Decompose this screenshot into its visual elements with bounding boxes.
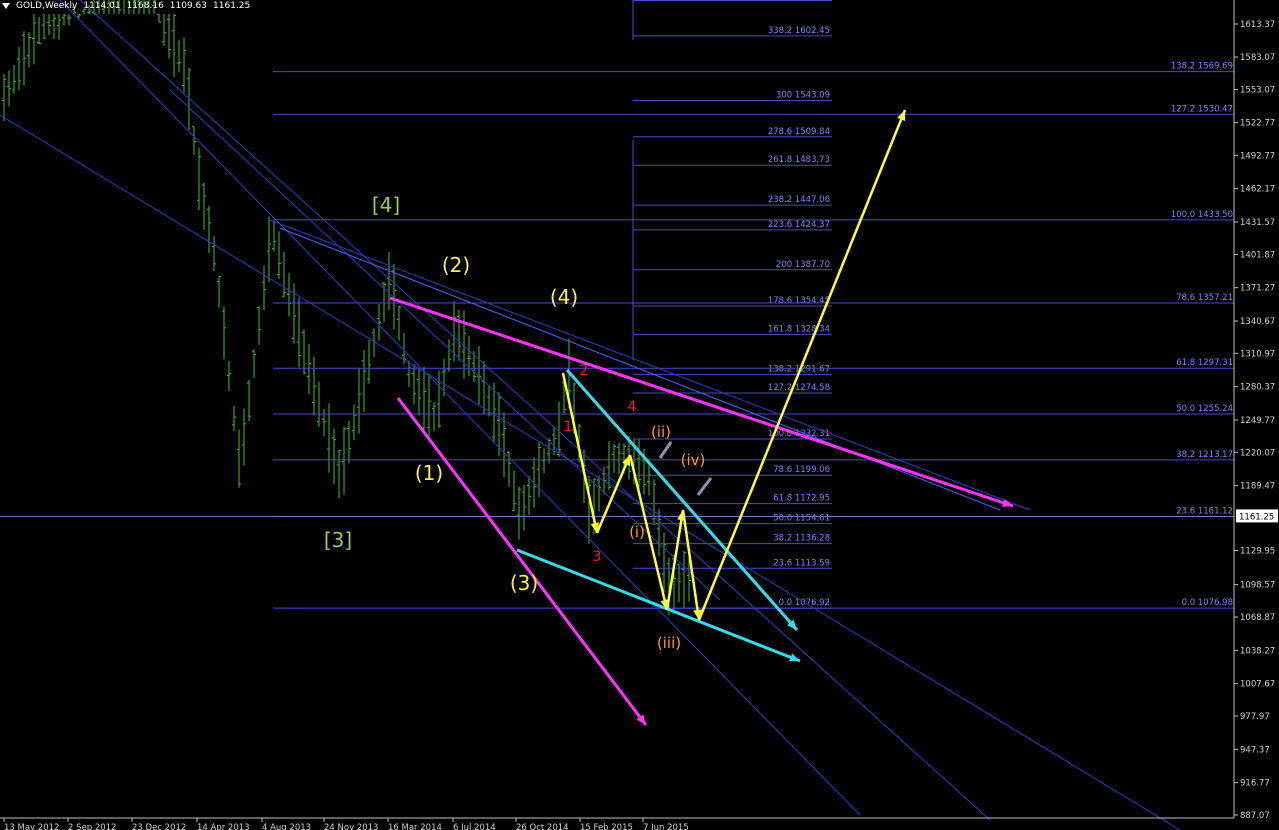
fib-level-label: 50.0 1154.61 bbox=[773, 514, 830, 524]
channel-line bbox=[59, 0, 861, 816]
price-tick-label: 1007.67 bbox=[1240, 680, 1275, 690]
fib-level-label: 23.6 1113.59 bbox=[773, 558, 830, 568]
price-tick-label: 1492.77 bbox=[1240, 151, 1275, 161]
price-axis: 1613.37 1583.07 1553.07 1522.77 1492.77 1462.… bbox=[1233, 0, 1279, 830]
price-tick-label: 977.97 bbox=[1240, 712, 1270, 722]
fib-level-label: 0.0 1076.92 bbox=[779, 598, 830, 608]
price-tick-label: 1401.87 bbox=[1240, 250, 1275, 260]
fib-level-label: 178.6 1354.45 bbox=[768, 296, 830, 306]
price-tick-label: 1068.87 bbox=[1240, 613, 1275, 623]
time-tick-label: 13 May 2012 bbox=[4, 823, 59, 830]
cyan-upper-arrow bbox=[565, 369, 799, 631]
gold-weekly-chart[interactable]: 350 %4338.2 1602.45300 1543.09278.6 1509… bbox=[0, 0, 1279, 830]
wave-label: (ii) bbox=[651, 423, 671, 441]
fib-level-label: 138.2 1569.69 bbox=[1171, 62, 1233, 72]
fib-level-label: 300 1543.09 bbox=[776, 91, 830, 101]
price-tick-label: 1340.67 bbox=[1240, 317, 1275, 327]
chart-header: GOLD,Weekly 1114.01 1168.16 1109.63 1161.25 bbox=[2, 1, 256, 11]
marker-dash bbox=[696, 477, 713, 496]
wave-label: 2 bbox=[580, 363, 589, 379]
price-tick-label: 1129.95 bbox=[1240, 546, 1275, 556]
yellow-wave-arrow bbox=[681, 509, 701, 621]
open-value: 1114.01 bbox=[83, 1, 121, 11]
fib-level-label: 38.2 1136.28 bbox=[773, 534, 830, 544]
wave-label: (2) bbox=[442, 253, 470, 277]
price-tick-label: 1613.37 bbox=[1240, 20, 1275, 30]
price-tick-label: 1462.17 bbox=[1240, 185, 1275, 195]
fib-level-label: 278.6 1509.84 bbox=[768, 127, 830, 137]
channel-line bbox=[269, 219, 1031, 511]
price-tick-label: 1431.57 bbox=[1240, 218, 1275, 228]
price-tick-label: 1553.07 bbox=[1240, 86, 1275, 96]
time-tick-label: 26 Oct 2014 bbox=[516, 823, 569, 830]
price-tick-label: 1189.47 bbox=[1240, 482, 1275, 492]
channel-line bbox=[0, 114, 1181, 830]
marker-dash bbox=[658, 441, 673, 459]
price-tick-label: 1371.27 bbox=[1240, 284, 1275, 294]
close-value: 1161.25 bbox=[213, 1, 251, 11]
current-price-label: 1161.25 bbox=[1239, 512, 1274, 522]
fib-level-label: 223.6 1424.37 bbox=[768, 220, 830, 230]
wave-label: (iii) bbox=[657, 634, 681, 652]
fib-level-label: 200 1387.70 bbox=[776, 260, 830, 270]
channel-line bbox=[79, 0, 991, 821]
time-tick-label: 24 Nov 2013 bbox=[324, 823, 378, 830]
fib-level-label: 127.2 1530.47 bbox=[1171, 104, 1233, 114]
price-tick-label: 1522.77 bbox=[1240, 119, 1275, 129]
time-tick-label: 2 Sep 2012 bbox=[68, 823, 116, 830]
fib-level-label: 0.0 1076.98 bbox=[1182, 598, 1233, 608]
price-tick-label: 1038.27 bbox=[1240, 646, 1275, 656]
fib-level-label: 100.0 1433.50 bbox=[1171, 210, 1233, 220]
wave-label: (i) bbox=[629, 523, 645, 541]
fib-level-label: 261.8 1483.73 bbox=[768, 155, 830, 165]
fib-level-label: 338.2 1602.45 bbox=[768, 26, 830, 36]
wave-label: (iv) bbox=[681, 451, 706, 469]
time-tick-label: 6 Jul 2014 bbox=[453, 823, 496, 830]
price-tick-label: 1583.07 bbox=[1240, 53, 1275, 63]
fibonacci-levels: 350 %4338.2 1602.45300 1543.09278.6 1509… bbox=[0, 0, 1234, 609]
cyan-lower-arrow-head bbox=[789, 653, 800, 662]
fib-level-label: 61.8 1172.95 bbox=[773, 494, 830, 504]
price-tick-label: 916.77 bbox=[1240, 779, 1270, 789]
fib-level-label: 238.2 1447.06 bbox=[768, 195, 830, 205]
price-tick-label: 1220.07 bbox=[1240, 448, 1275, 458]
yellow-projection-arrow-head bbox=[897, 110, 906, 121]
price-tick-label: 1098.57 bbox=[1240, 581, 1275, 591]
fib-level-label: 50.0 1255.24 bbox=[1176, 404, 1233, 414]
upper-trend-line bbox=[279, 227, 1001, 511]
wave-label: 1 bbox=[564, 419, 573, 435]
fib-level-label: 161.8 1328.34 bbox=[768, 324, 830, 334]
dropdown-triangle-icon[interactable] bbox=[2, 2, 10, 9]
time-tick-label: 15 Feb 2015 bbox=[580, 823, 633, 830]
wave-label: (1) bbox=[415, 461, 443, 485]
time-tick-label: 7 Jun 2015 bbox=[643, 823, 689, 830]
wave-label: 4 bbox=[628, 399, 637, 415]
price-tick-label: 1249.77 bbox=[1240, 416, 1275, 426]
time-tick-label: 4 Aug 2013 bbox=[262, 823, 311, 830]
time-tick-label: 16 Mar 2014 bbox=[388, 823, 442, 830]
wave-label: [4] bbox=[372, 193, 400, 217]
time-tick-label: 14 Apr 2013 bbox=[197, 823, 250, 830]
symbol-label: GOLD,Weekly bbox=[16, 1, 78, 11]
time-tick-label: 23 Dec 2012 bbox=[132, 823, 186, 830]
fib-level-label: 127.2 1274.58 bbox=[768, 383, 830, 393]
trend-lines bbox=[0, 0, 1181, 830]
wave-label: (4) bbox=[550, 285, 578, 309]
candlestick-series bbox=[2, 0, 691, 616]
price-tick-label: 1310.97 bbox=[1240, 349, 1275, 359]
price-tick-label: 1280.37 bbox=[1240, 383, 1275, 393]
fib-level-label: 78.6 1199.06 bbox=[773, 465, 830, 475]
fib-level-label: 38.2 1213.17 bbox=[1176, 450, 1233, 460]
price-tick-label: 887.07 bbox=[1240, 811, 1270, 821]
fib-level-label: 78.6 1357.21 bbox=[1176, 293, 1233, 303]
time-axis: 13 May 2012 2 Sep 2012 23 Dec 2012 14 Apr 2… bbox=[0, 817, 1234, 830]
price-tick-label: 947.37 bbox=[1240, 745, 1270, 755]
wave-label: (3) bbox=[510, 571, 538, 595]
wave-label: 3 bbox=[593, 549, 602, 565]
high-value: 1168.16 bbox=[126, 1, 164, 11]
low-value: 1109.63 bbox=[169, 1, 208, 11]
wave-label: [3] bbox=[324, 528, 352, 552]
fib-level-label: 61.8 1297.31 bbox=[1176, 358, 1233, 368]
fib-level-label: 23.6 1161.12 bbox=[1176, 507, 1233, 517]
